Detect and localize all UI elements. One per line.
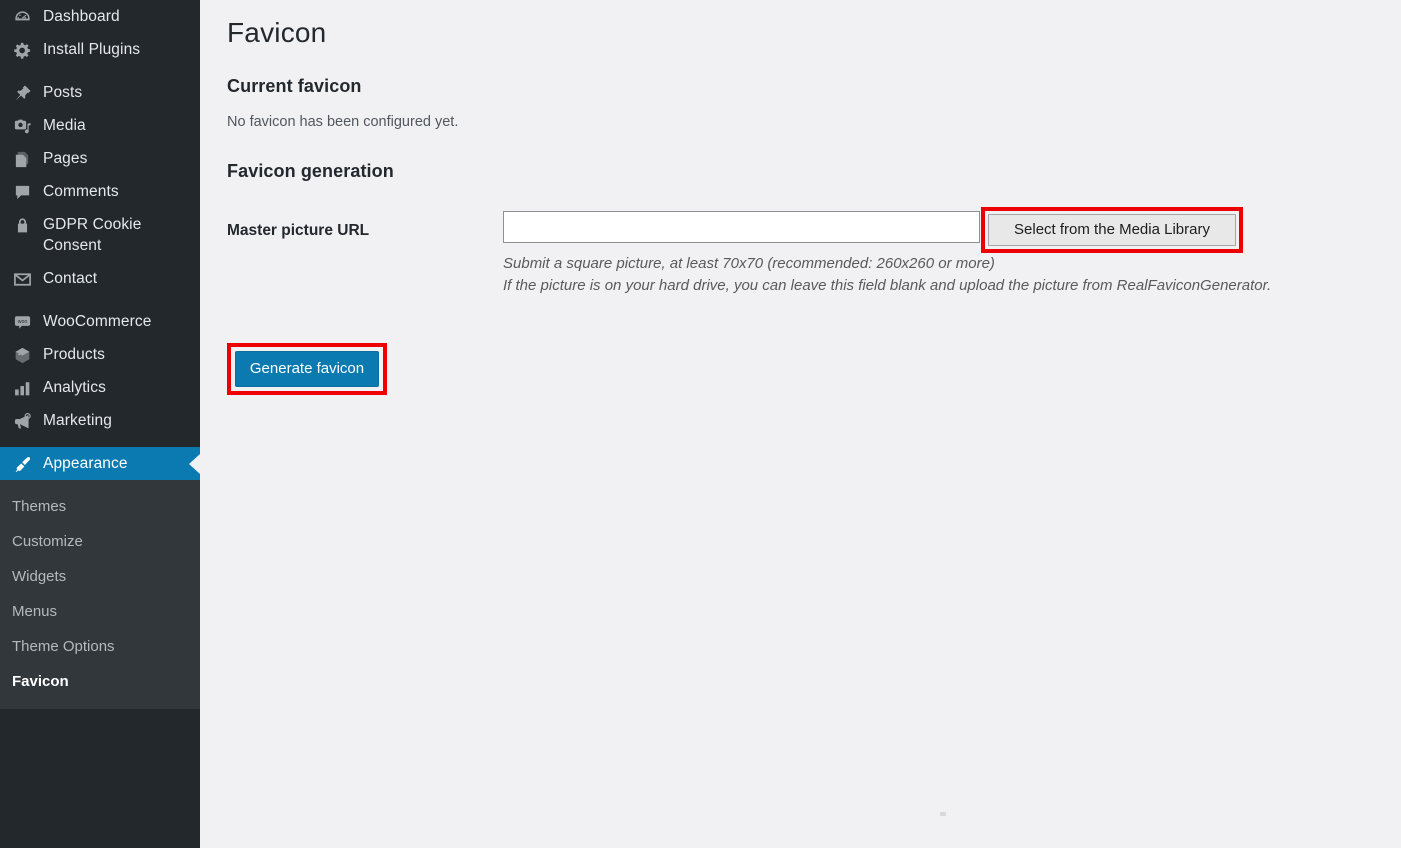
wordpress-admin-screen: Dashboard Install Plugins Posts Media Pages C… (0, 0, 1401, 848)
sidebar-item-comments[interactable]: Comments (0, 175, 200, 208)
dashboard-icon (12, 7, 32, 27)
submenu-item-menus[interactable]: Menus (0, 594, 200, 629)
current-favicon-heading: Current favicon (227, 76, 362, 96)
woocommerce-icon: woo (12, 312, 32, 332)
sidebar-item-products[interactable]: Products (0, 338, 200, 371)
sidebar-item-install-plugins[interactable]: Install Plugins (0, 33, 200, 66)
appearance-submenu: Themes Customize Widgets Menus Theme Options… (0, 480, 200, 709)
generate-favicon-wrapper: Generate favicon (227, 343, 387, 395)
active-item-arrow-icon (189, 453, 200, 474)
admin-sidebar: Dashboard Install Plugins Posts Media Pages C… (0, 0, 200, 848)
favicon-settings-panel: Favicon Current favicon No favicon has b… (200, 0, 1401, 848)
sidebar-item-label: WooCommerce (43, 313, 152, 330)
sidebar-item-analytics[interactable]: Analytics (0, 371, 200, 404)
sidebar-item-label: Pages (43, 150, 88, 167)
sidebar-item-label: GDPR Cookie Consent (43, 216, 142, 254)
lock-icon (12, 215, 32, 235)
sidebar-item-label: Marketing (43, 412, 112, 429)
page-artifact (940, 812, 946, 816)
sidebar-item-contact[interactable]: Contact (0, 262, 200, 295)
sidebar-item-dashboard[interactable]: Dashboard (0, 0, 200, 33)
comment-icon (12, 182, 32, 202)
megaphone-icon (12, 411, 32, 431)
sidebar-item-label: Contact (43, 270, 98, 287)
select-from-media-library-button[interactable]: Select from the Media Library (988, 214, 1236, 246)
sidebar-item-marketing[interactable]: Marketing (0, 404, 200, 437)
box-icon (12, 345, 32, 365)
submenu-item-theme-options[interactable]: Theme Options (0, 629, 200, 664)
sidebar-item-pages[interactable]: Pages (0, 142, 200, 175)
sidebar-item-posts[interactable]: Posts (0, 76, 200, 109)
bar-chart-icon (12, 378, 32, 398)
sidebar-item-label: Media (43, 117, 86, 134)
favicon-generation-heading: Favicon generation (227, 161, 394, 181)
submenu-item-themes[interactable]: Themes (0, 489, 200, 524)
pages-icon (12, 149, 32, 169)
sidebar-item-label: Install Plugins (43, 41, 141, 58)
sidebar-item-label: Comments (43, 183, 119, 200)
submenu-item-customize[interactable]: Customize (0, 524, 200, 559)
no-favicon-message: No favicon has been configured yet. (227, 114, 459, 130)
sidebar-menu-list: Dashboard Install Plugins Posts Media Pages C… (0, 0, 200, 480)
sidebar-item-appearance[interactable]: Appearance (0, 447, 200, 480)
sidebar-item-label: Posts (43, 84, 83, 101)
sidebar-item-label: Dashboard (43, 8, 120, 25)
master-picture-url-label: Master picture URL (227, 222, 370, 239)
sidebar-item-label: Products (43, 346, 105, 363)
sidebar-item-woocommerce[interactable]: woo WooCommerce (0, 305, 200, 338)
master-picture-url-input[interactable] (503, 211, 980, 243)
envelope-icon (12, 269, 32, 289)
submenu-item-widgets[interactable]: Widgets (0, 559, 200, 594)
sidebar-item-label: Analytics (43, 379, 106, 396)
sidebar-item-label: Appearance (43, 455, 128, 472)
media-icon (12, 116, 32, 136)
master-picture-form-row: Master picture URL Select from the Media… (227, 207, 1401, 331)
help-text-line-2: If the picture is on your hard drive, yo… (503, 277, 1272, 294)
gear-icon (12, 40, 32, 60)
page-title: Favicon (227, 17, 327, 48)
pin-icon (12, 83, 32, 103)
sidebar-item-media[interactable]: Media (0, 109, 200, 142)
svg-text:woo: woo (17, 319, 27, 325)
sidebar-item-gdpr-cookie-consent[interactable]: GDPR Cookie Consent (0, 208, 200, 262)
paintbrush-icon (12, 454, 32, 474)
generate-favicon-button[interactable]: Generate favicon (235, 351, 379, 387)
menu-separator (0, 437, 200, 447)
help-text-line-1: Submit a square picture, at least 70x70 … (503, 255, 995, 272)
menu-separator (0, 66, 200, 76)
submenu-item-favicon[interactable]: Favicon (0, 664, 200, 699)
menu-separator (0, 295, 200, 305)
